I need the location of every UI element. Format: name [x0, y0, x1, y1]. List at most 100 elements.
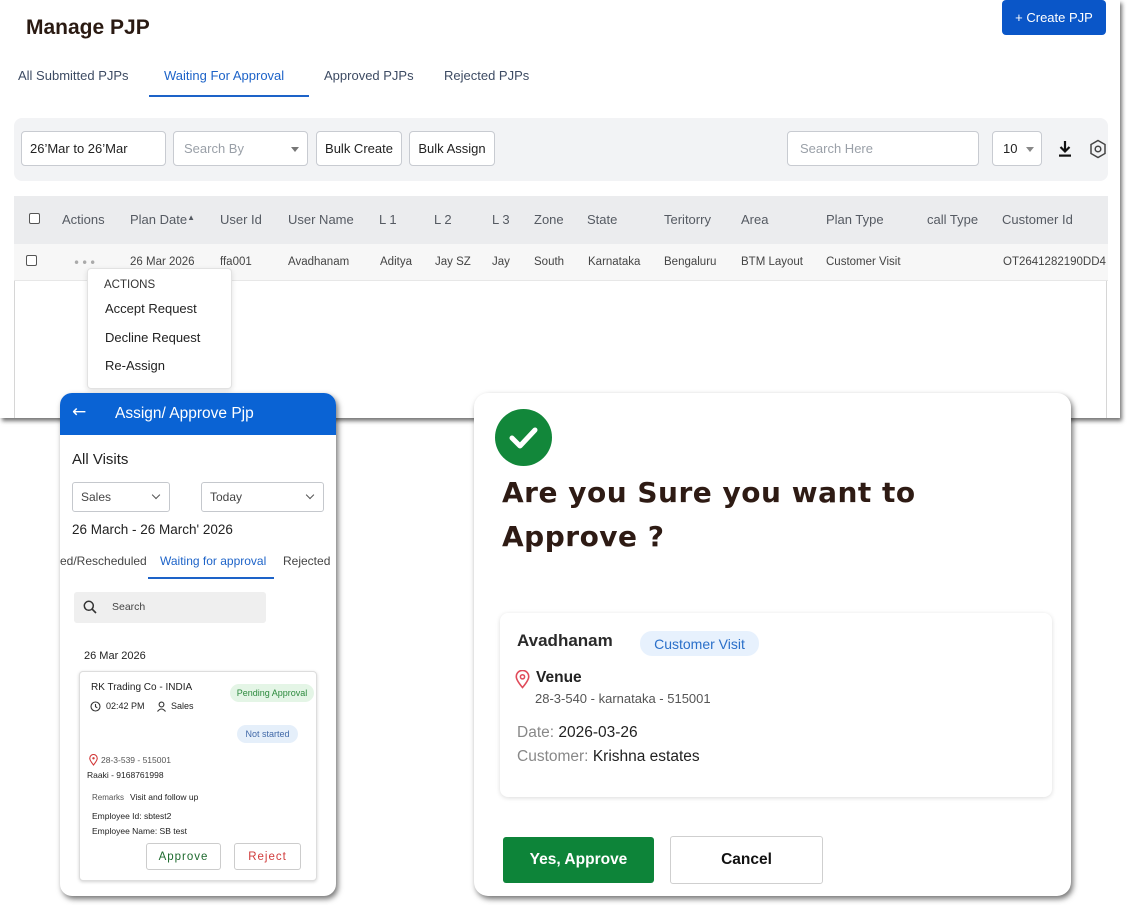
approve-confirm-dialog: Are you Sure you want to Approve ? Avadh…	[474, 393, 1071, 896]
col-zone: Zone	[534, 212, 564, 227]
card-address: 28-3-539 - 515001	[101, 755, 171, 765]
tab-all-submitted[interactable]: All Submitted PJPs	[18, 68, 129, 83]
mobile-approve-screen: ← Assign/ Approve Pjp All Visits Sales T…	[60, 393, 336, 896]
bulk-assign-button[interactable]: Bulk Assign	[409, 131, 495, 166]
tab-waiting-for-approval[interactable]: Waiting For Approval	[164, 68, 284, 83]
search-by-select[interactable]: Search By	[173, 131, 308, 166]
customer-value: Krishna estates	[592, 748, 700, 765]
tab-rescheduled[interactable]: ed/Rescheduled	[60, 554, 147, 568]
cell-l3: Jay	[492, 256, 510, 268]
back-arrow-icon[interactable]: ←	[72, 402, 86, 422]
chevron-down-icon	[151, 490, 161, 500]
col-l2: L 2	[434, 212, 452, 227]
date-row: Date: 2026-03-26	[517, 724, 638, 742]
caret-down-icon	[291, 147, 299, 152]
tab-approved[interactable]: Approved PJPs	[324, 68, 414, 83]
chevron-down-icon	[305, 490, 315, 500]
page-size-value: 10	[1003, 141, 1018, 156]
settings-icon[interactable]	[1089, 139, 1107, 159]
yes-approve-button[interactable]: Yes, Approve	[503, 837, 654, 883]
clock-icon	[90, 701, 101, 712]
col-l1: L 1	[379, 212, 397, 227]
mobile-app-bar: ← Assign/ Approve Pjp	[60, 393, 336, 435]
venue-address: 28-3-540 - karnataka - 515001	[535, 691, 711, 706]
search-input[interactable]: Search Here	[787, 131, 979, 166]
role-filter-select[interactable]: Sales	[72, 482, 170, 512]
cell-territory: Bengaluru	[664, 256, 717, 268]
period-filter-value: Today	[210, 490, 243, 504]
col-customer-id: Customer Id	[1002, 212, 1073, 227]
date-range-label: 26 March - 26 March' 2026	[72, 522, 233, 537]
col-state: State	[587, 212, 618, 227]
col-plan-date-label: Plan Date	[130, 212, 188, 227]
col-plan-type: Plan Type	[826, 212, 884, 227]
col-plan-date[interactable]: Plan Date▲	[130, 212, 195, 227]
group-date: 26 Mar 2026	[84, 650, 146, 662]
customer-row: Customer: Krishna estates	[517, 748, 700, 766]
cell-user-name: Avadhanam	[288, 256, 350, 268]
col-actions: Actions	[62, 212, 105, 227]
col-area: Area	[741, 212, 769, 227]
table-border-right	[1106, 281, 1107, 418]
approve-button[interactable]: Approve	[146, 843, 221, 870]
mobile-title: Assign/ Approve Pjp	[115, 405, 254, 422]
cell-zone: South	[534, 256, 565, 268]
menu-item-re-assign[interactable]: Re-Assign	[105, 358, 165, 373]
col-call-type: call Type	[927, 212, 979, 227]
date-label: Date:	[517, 724, 555, 741]
col-l3: L 3	[492, 212, 510, 227]
status-badge-not-started: Not started	[237, 725, 298, 743]
search-icon	[83, 600, 97, 614]
cell-plan-date: 26 Mar 2026	[130, 256, 195, 268]
search-placeholder: Search	[112, 601, 146, 613]
role-filter-value: Sales	[81, 490, 112, 504]
actions-menu-header: ACTIONS	[104, 279, 156, 291]
visit-summary-card: Avadhanam Customer Visit Venue 28-3-540 …	[500, 613, 1052, 797]
tab-waiting-for-approval[interactable]: Waiting for approval	[160, 554, 266, 568]
active-tab-indicator	[148, 577, 274, 579]
mobile-search-input[interactable]: Search	[74, 592, 266, 623]
card-remarks-label: Remarks	[92, 793, 125, 802]
card-employee-id: Employee Id: sbtest2	[92, 811, 172, 821]
reject-button[interactable]: Reject	[234, 843, 301, 870]
cell-user-id: ffa001	[220, 256, 252, 268]
col-territory: Teritorry	[664, 212, 711, 227]
location-pin-icon	[515, 670, 530, 689]
create-pjp-button[interactable]: + Create PJP	[1002, 0, 1106, 35]
period-filter-select[interactable]: Today	[201, 482, 324, 512]
customer-label: Customer:	[517, 748, 589, 765]
plan-type-badge: Customer Visit	[640, 631, 759, 656]
tab-rejected[interactable]: Rejected PJPs	[444, 68, 529, 83]
cell-plan-type: Customer Visit	[826, 256, 901, 268]
caret-down-icon	[1026, 147, 1034, 152]
table-border-left	[14, 281, 15, 418]
cancel-button[interactable]: Cancel	[670, 836, 823, 884]
page-title: Manage PJP	[26, 16, 150, 39]
dialog-title: Are you Sure you want to Approve ?	[502, 476, 916, 553]
menu-item-decline-request[interactable]: Decline Request	[105, 330, 200, 345]
menu-item-accept-request[interactable]: Accept Request	[105, 301, 197, 316]
search-by-placeholder: Search By	[184, 141, 244, 156]
cell-l1: Aditya	[380, 256, 412, 268]
person-icon	[157, 701, 166, 712]
page-size-select[interactable]: 10	[992, 131, 1042, 166]
date-range-picker[interactable]: 26’Mar to 26’Mar	[21, 131, 166, 166]
bulk-create-button[interactable]: Bulk Create	[316, 131, 402, 166]
download-icon[interactable]	[1057, 140, 1073, 158]
select-all-checkbox[interactable]	[29, 213, 40, 224]
tab-rejected[interactable]: Rejected	[283, 554, 330, 568]
cell-customer-id: OT2641282190DD4	[1003, 256, 1106, 268]
row-checkbox[interactable]	[26, 255, 37, 266]
location-pin-icon	[89, 754, 98, 766]
col-user-name: User Name	[288, 212, 354, 227]
filter-toolbar: 26’Mar to 26’Mar Search By Bulk Create B…	[14, 118, 1108, 181]
card-remarks: Visit and follow up	[130, 792, 199, 802]
sort-asc-icon: ▲	[187, 213, 196, 222]
section-title: All Visits	[72, 451, 129, 468]
card-customer: RK Trading Co - INDIA	[91, 682, 193, 693]
active-tab-indicator	[149, 95, 309, 97]
col-user-id: User Id	[220, 212, 262, 227]
cell-area: BTM Layout	[741, 256, 803, 268]
card-contact: Raaki - 9168761998	[87, 770, 164, 780]
venue-label: Venue	[536, 669, 582, 686]
